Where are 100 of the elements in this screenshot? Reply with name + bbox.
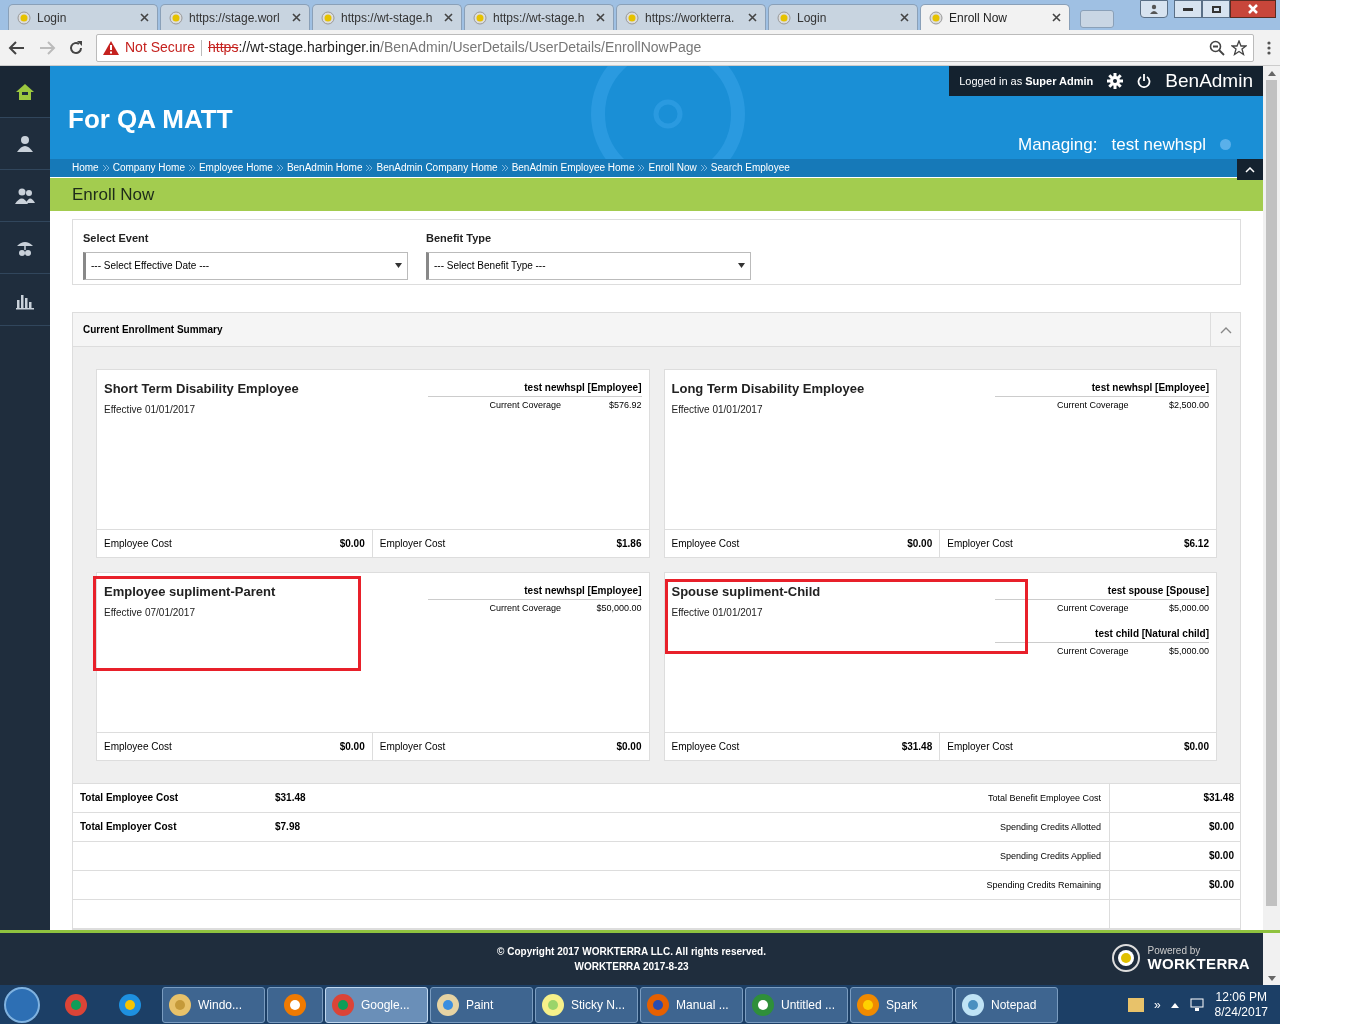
overflow-button[interactable]: »: [1153, 995, 1161, 1014]
breadcrumb-link[interactable]: BenAdmin Employee Home: [511, 160, 635, 176]
scrollbar[interactable]: [1263, 66, 1280, 930]
browser-tab[interactable]: Enroll Now: [920, 4, 1070, 30]
reload-icon[interactable]: [68, 39, 84, 56]
member-name: test newhspl [Employee]: [995, 380, 1209, 397]
managing-value: test newhspl: [1111, 134, 1206, 156]
close-icon[interactable]: [140, 13, 149, 22]
person-icon: [1149, 4, 1159, 14]
version-text: WORKTERRA 2017-8-23: [574, 960, 689, 974]
breadcrumb-link[interactable]: Employee Home: [198, 160, 273, 176]
member-name: test child [Natural child]: [995, 625, 1209, 643]
browser-tab[interactable]: https://wt-stage.h: [312, 4, 462, 30]
minimize-button[interactable]: [1174, 0, 1202, 18]
zoom-out-icon[interactable]: [1209, 39, 1225, 56]
restore-button[interactable]: [1202, 0, 1230, 18]
logged-in-text: Logged in as Super Admin: [959, 73, 1094, 89]
managing-label: Managing:: [1018, 134, 1098, 156]
coverage-label: Current Coverage: [489, 602, 562, 615]
close-icon[interactable]: [292, 13, 301, 22]
power-icon[interactable]: [1137, 74, 1152, 88]
chevron-icon: [700, 164, 707, 171]
chevron-icon: [188, 164, 195, 171]
cost-amount: $0.00: [1183, 740, 1209, 754]
settings-icon[interactable]: [1107, 73, 1124, 89]
scrollbar-thumb[interactable]: [1266, 80, 1277, 906]
taskbar-button[interactable]: Notepad: [955, 986, 1058, 1023]
taskbar-button[interactable]: Windo...: [162, 986, 265, 1023]
home-icon: [15, 81, 35, 102]
benefit-name: Long Term Disability Employee: [671, 380, 865, 398]
chevron-up-icon: [1219, 326, 1232, 334]
clock[interactable]: 12:06 PM 8/24/2017: [1214, 989, 1268, 1020]
select-field[interactable]: --- Select Benefit Type ---: [426, 251, 751, 280]
collapse-button[interactable]: [1237, 159, 1263, 180]
close-icon[interactable]: [900, 13, 909, 22]
close-icon[interactable]: [444, 13, 453, 22]
app-name: BenAdmin: [1165, 68, 1253, 93]
taskbar-button[interactable]: Untitled ...: [745, 986, 848, 1023]
cost-label: Employee Cost: [671, 740, 740, 754]
menu-icon[interactable]: [1266, 39, 1272, 56]
cost-label: Employee Cost: [671, 537, 740, 551]
browser-tab[interactable]: https://workterra.: [616, 4, 766, 30]
cost-amount: $1.86: [616, 537, 642, 551]
total-amount: $0.00: [1208, 849, 1234, 863]
total-amount: $31.48: [1203, 791, 1234, 805]
cost-amount: $0.00: [339, 537, 365, 551]
person-icon: [15, 133, 35, 154]
taskbar-button[interactable]: Sticky N...: [535, 986, 638, 1023]
browser-tab[interactable]: Login: [8, 4, 158, 30]
breadcrumb-link[interactable]: BenAdmin Company Home: [376, 160, 498, 176]
back-icon[interactable]: [8, 39, 26, 56]
address-bar[interactable]: Not Secure https://wt-stage.harbinger.in/BenAdmin/UserDetails/UserDetails/EnrollNowPage: [96, 33, 1254, 62]
warning-icon: [103, 40, 119, 55]
target-icon: [169, 10, 183, 25]
network-icon[interactable]: [1188, 997, 1205, 1012]
breadcrumb-link[interactable]: Enroll Now: [648, 160, 697, 176]
taskbar-button[interactable]: [267, 986, 323, 1023]
close-button[interactable]: [1230, 0, 1276, 18]
taskbar-button[interactable]: Spark: [850, 986, 953, 1023]
page-heading: For QA MATT: [68, 103, 233, 136]
taskbar-button[interactable]: Manual ...: [640, 986, 743, 1023]
profile-button[interactable]: [1140, 0, 1168, 18]
start-button[interactable]: [4, 986, 40, 1023]
star-icon[interactable]: [1231, 39, 1247, 56]
total-label: Total Employee Cost: [80, 791, 180, 805]
close-icon[interactable]: [748, 13, 757, 22]
target-icon: [17, 10, 31, 25]
total-amount: $0.00: [1208, 820, 1234, 834]
member-name: test newhspl [Employee]: [427, 583, 642, 600]
sidebar-item[interactable]: [0, 66, 50, 118]
target-icon: [929, 10, 943, 25]
close-icon[interactable]: [596, 13, 605, 22]
cost-amount: $6.12: [1183, 537, 1209, 551]
total-label: Spending Credits Allotted: [999, 821, 1101, 835]
cost-label: Employer Cost: [379, 537, 446, 551]
scroll-up-icon[interactable]: [1267, 70, 1276, 76]
total-label: Spending Credits Remaining: [986, 879, 1101, 893]
breadcrumb-link[interactable]: Home: [72, 160, 99, 176]
coverage-amount: $5,000.00: [1168, 602, 1209, 615]
cost-amount: $0.00: [907, 537, 933, 551]
browser-tab[interactable]: Login: [768, 4, 918, 30]
tray-arrow-icon[interactable]: [1170, 1001, 1179, 1008]
breadcrumb-link[interactable]: BenAdmin Home: [286, 160, 363, 176]
close-icon[interactable]: [1052, 13, 1061, 22]
coverage-label: Current Coverage: [1057, 602, 1129, 615]
taskbar-button[interactable]: Google...: [325, 986, 428, 1023]
breadcrumb-link[interactable]: Search Employee: [710, 160, 790, 176]
cost-amount: $31.48: [901, 740, 933, 754]
member-name: test newhspl [Employee]: [427, 380, 642, 397]
taskbar-button[interactable]: Paint: [430, 986, 533, 1023]
effective-date: Effective 01/01/2017: [671, 402, 764, 417]
browser-tab[interactable]: https://wt-stage.h: [464, 4, 614, 30]
total-amount: $0.00: [1208, 878, 1234, 892]
select-field[interactable]: --- Select Effective Date ---: [83, 251, 408, 280]
breadcrumb-link[interactable]: Company Home: [112, 160, 185, 176]
dropdown-arrow-icon: [738, 263, 745, 268]
browser-tab[interactable]: https://stage.worl: [160, 4, 310, 30]
effective-date: Effective 01/01/2017: [671, 605, 764, 620]
total-amount: $31.48: [275, 791, 306, 805]
scroll-down-icon[interactable]: [1267, 976, 1276, 982]
